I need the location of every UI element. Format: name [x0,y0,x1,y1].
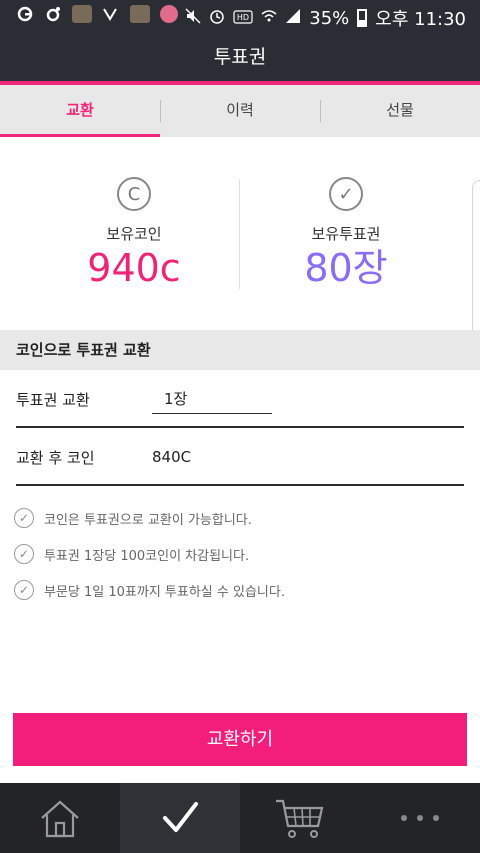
wifi-icon [261,8,277,29]
signal-icon [285,8,301,29]
tab-history[interactable]: 이력 [160,85,320,137]
after-coin-label: 교환 후 코인 [16,448,95,467]
alarm-icon [209,8,225,29]
holdings-panel: C 보유코인 940c ✓ 보유투표권 80장 [0,137,480,330]
list-item: ✓ 코인은 투표권으로 교환이 가능합니다. [14,500,454,536]
hd-icon: HD [233,8,253,29]
battery-icon [357,9,368,27]
nav-home[interactable] [0,783,120,853]
svg-text:HD: HD [237,13,249,22]
tab-gift[interactable]: 선물 [320,85,480,137]
g-app-icon [16,5,34,23]
notice-text: 부문당 1일 10표까지 투표하실 수 있습니다. [44,584,285,600]
list-item: ✓ 부문당 1일 10표까지 투표하실 수 있습니다. [14,572,454,608]
section-title: 코인으로 투표권 교환 [0,330,480,370]
home-icon [41,800,79,838]
ticket-quantity-input[interactable] [152,384,272,414]
ticket-label: 보유투표권 [311,225,381,243]
clock: 오후 11:30 [375,9,466,30]
notice-text: 투표권 1장당 100코인이 차감됩니다. [44,548,250,564]
ticket-exchange-row: 투표권 교환 [16,372,464,428]
tab-exchange[interactable]: 교환 [0,85,160,137]
check-icon [163,802,198,832]
app-notification-icon-2 [130,5,150,23]
coin-value: 940c [87,246,181,290]
tab-divider [320,100,321,122]
ticket-value: 80장 [304,246,388,290]
status-bar: HD 35% 오후 11:30 [0,0,480,33]
dot-app-icon [44,5,62,23]
nav-vote[interactable] [120,783,240,853]
list-item: ✓ 투표권 1장당 100코인이 차감됩니다. [14,536,454,572]
system-icons: HD 35% 오후 11:30 [185,5,466,31]
tab-divider [160,100,161,122]
side-drawer-handle[interactable] [472,180,480,340]
pig-app-icon [160,5,178,23]
nav-shop[interactable] [240,783,360,853]
page-title: 투표권 [0,33,480,81]
coin-stat: C 보유코인 940c [14,177,254,290]
nav-more[interactable] [360,783,480,853]
more-icon [401,815,439,821]
check-circle-icon: ✓ [329,177,363,211]
ticket-stat: ✓ 보유투표권 80장 [226,177,466,290]
after-coin-value: 840C [152,448,192,466]
coin-label: 보유코인 [106,225,162,243]
battery-percent: 35% [309,7,350,29]
missed-call-icon [102,5,120,23]
after-coin-row: 교환 후 코인 840C [16,430,464,486]
check-icon: ✓ [14,580,34,600]
ticket-exchange-label: 투표권 교환 [16,390,90,409]
coin-icon: C [117,177,151,211]
exchange-button[interactable]: 교환하기 [13,713,467,766]
check-icon: ✓ [14,508,34,528]
tab-bar: 교환 이력 선물 [0,85,480,137]
app-notification-icon [72,5,92,23]
mute-icon [185,7,201,29]
bottom-nav [0,783,480,853]
notice-list: ✓ 코인은 투표권으로 교환이 가능합니다. ✓ 투표권 1장당 100코인이 … [14,500,454,608]
notice-text: 코인은 투표권으로 교환이 가능합니다. [44,512,252,528]
notification-icons [16,5,178,23]
cart-icon [276,799,324,838]
check-icon: ✓ [14,544,34,564]
